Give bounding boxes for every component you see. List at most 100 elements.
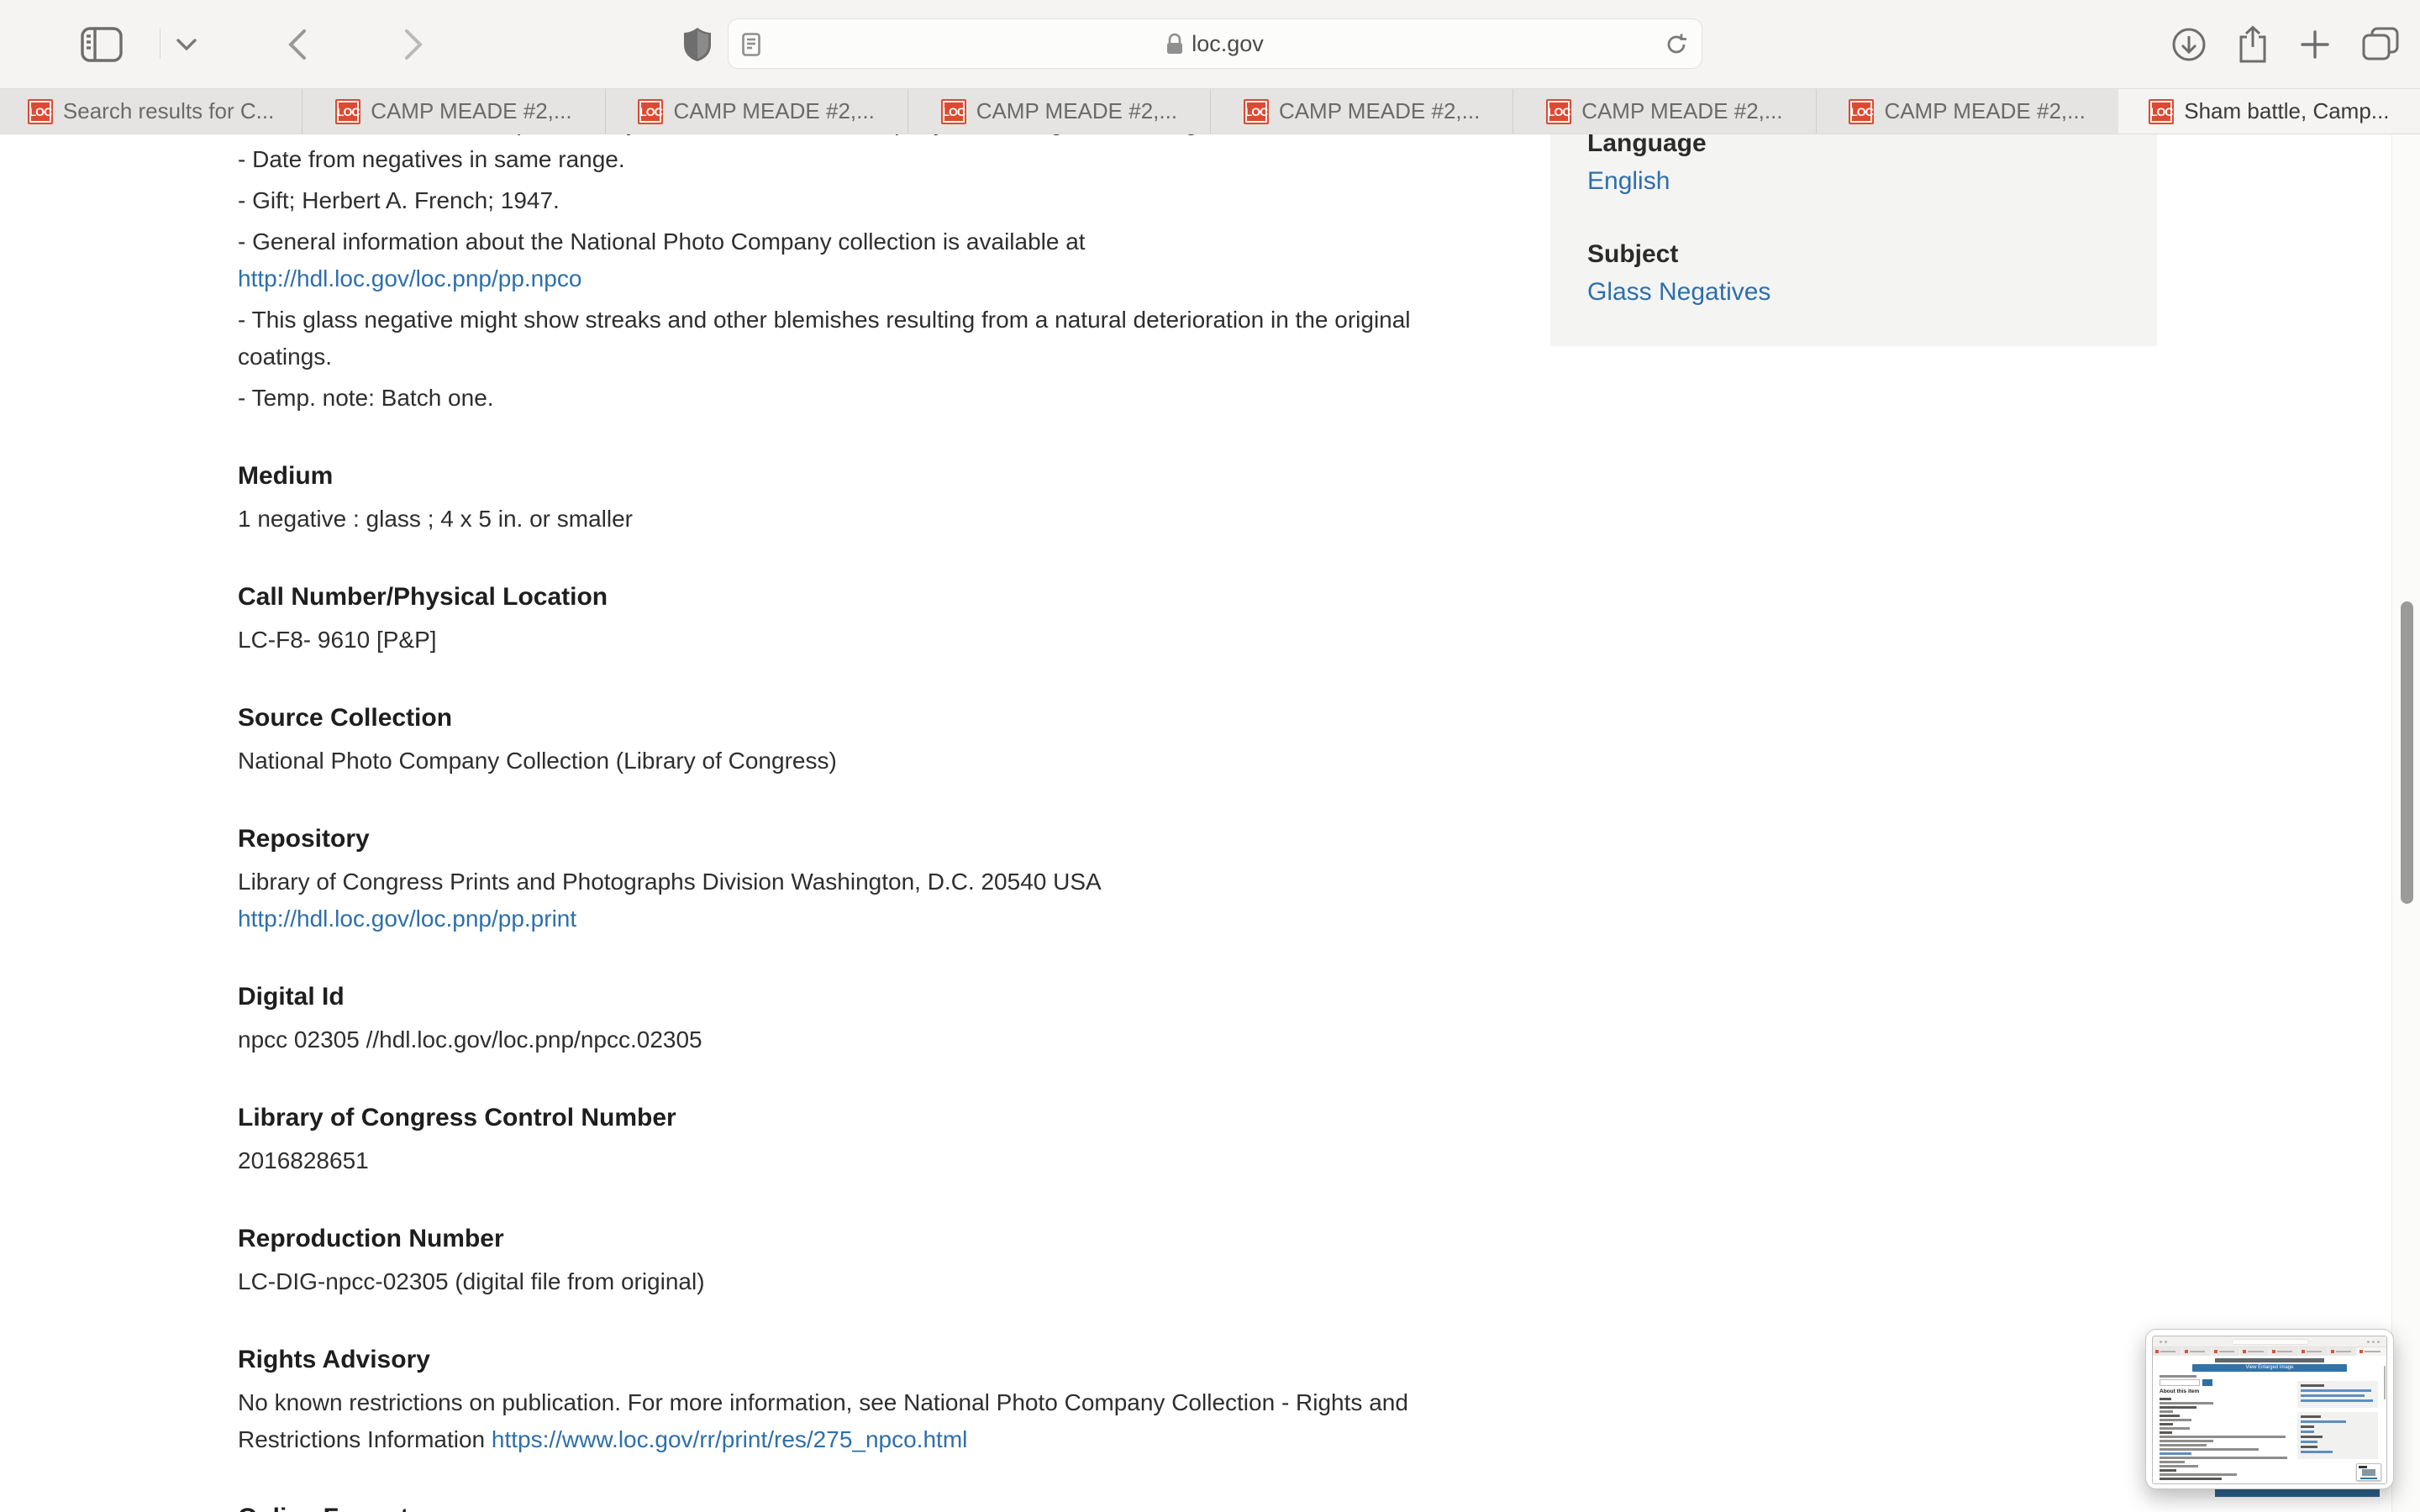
loc-favicon: LOC <box>28 99 53 124</box>
privacy-report-button[interactable] <box>677 24 718 66</box>
shield-icon <box>682 26 713 63</box>
loc-favicon: LOC <box>2149 99 2174 124</box>
tab-label: Sham battle, Camp... <box>2184 98 2389 124</box>
sidebar-toggle-button[interactable] <box>69 25 134 64</box>
preview-right-column <box>2297 1381 2378 1463</box>
address-text-group: loc.gov <box>1166 31 1264 57</box>
pp-print-link[interactable]: http://hdl.loc.gov/loc.pnp/pp.print <box>238 906 576 932</box>
section-call-number: Call Number/Physical Location LC-F8- 961… <box>238 578 1498 659</box>
reader-icon[interactable] <box>742 33 760 56</box>
preview-facets-box <box>2297 1412 2378 1459</box>
facet-link-english[interactable]: English <box>1587 163 2157 200</box>
section-value: 1 negative : glass ; 4 x 5 in. or smalle… <box>238 501 1498 538</box>
browser-chrome: loc.gov <box>0 0 2420 134</box>
tab-sham-battle-active[interactable]: LOC Sham battle, Camp... <box>2118 89 2420 134</box>
forward-chevron-icon <box>404 29 423 60</box>
share-icon <box>2237 25 2269 64</box>
sidebar-icon <box>81 27 123 62</box>
forward-button[interactable] <box>397 27 430 62</box>
preview-mini-toolbar <box>2153 1336 2386 1347</box>
preview-part-of-box <box>2297 1381 2378 1408</box>
section-lccn: Library of Congress Control Number 20168… <box>238 1099 1498 1179</box>
address-url: loc.gov <box>1192 31 1264 57</box>
note-item: - Temp. note: Batch one. <box>238 380 1498 417</box>
tab-label: CAMP MEADE #2,... <box>371 98 571 124</box>
section-value: 2016828651 <box>238 1142 1498 1179</box>
loc-favicon: LOC <box>638 99 663 124</box>
section-repository: Repository Library of Congress Prints an… <box>238 820 1498 937</box>
preview-mini-content: View Enlarged Image About this item <box>2153 1356 2386 1484</box>
new-tab-button[interactable] <box>2294 24 2336 66</box>
sidebar-menu-chevron[interactable] <box>171 34 202 55</box>
facet-panel: Language English Subject Glass Negatives <box>1550 126 2157 346</box>
section-source-collection: Source Collection National Photo Company… <box>238 699 1498 780</box>
note-item: - General information about the National… <box>238 223 1498 297</box>
preview-mini-window: View Enlarged Image About this item <box>2152 1336 2387 1484</box>
rights-info-link[interactable]: https://www.loc.gov/rr/print/res/275_npc… <box>492 1426 967 1452</box>
section-heading: Rights Advisory <box>238 1341 1498 1379</box>
item-metadata: - Title from unverified data provided by… <box>238 134 1498 1512</box>
section-heading: Online Format <box>238 1499 1498 1512</box>
section-reproduction-number: Reproduction Number LC-DIG-npcc-02305 (d… <box>238 1220 1498 1300</box>
loc-favicon: LOC <box>335 99 360 124</box>
preview-enlarge-button: View Enlarged Image <box>2192 1364 2347 1372</box>
section-value: LC-DIG-npcc-02305 (digital file from ori… <box>238 1263 1498 1300</box>
preview-mini-addressbar <box>2232 1339 2309 1345</box>
scrollbar-thumb[interactable] <box>2401 601 2413 904</box>
tab-label: Search results for C... <box>63 98 274 124</box>
section-heading: Repository <box>238 820 1498 858</box>
preview-mini-tabstrip <box>2153 1347 2386 1356</box>
share-button[interactable] <box>2232 24 2274 66</box>
tab-camp-meade-6[interactable]: LOC CAMP MEADE #2,... <box>1817 89 2118 134</box>
section-value: No known restrictions on publication. Fo… <box>238 1384 1498 1458</box>
tab-label: CAMP MEADE #2,... <box>1279 98 1480 124</box>
section-rights-advisory: Rights Advisory No known restrictions on… <box>238 1341 1498 1458</box>
preview-left-column: About this item <box>2160 1375 2294 1480</box>
note-text: - General information about the National… <box>238 228 1086 255</box>
section-heading: Reproduction Number <box>238 1220 1498 1258</box>
section-value: npcc 02305 //hdl.loc.gov/loc.pnp/npcc.02… <box>238 1021 1498 1058</box>
downloads-button[interactable] <box>2168 24 2210 66</box>
back-chevron-icon <box>288 29 307 60</box>
tab-label: CAMP MEADE #2,... <box>976 98 1177 124</box>
lock-icon <box>1166 33 1183 55</box>
section-heading: Library of Congress Control Number <box>238 1099 1498 1137</box>
tab-label: CAMP MEADE #2,... <box>673 98 874 124</box>
section-heading: Source Collection <box>238 699 1498 738</box>
chevron-down-icon <box>176 39 197 50</box>
section-value: Library of Congress Prints and Photograp… <box>238 864 1498 900</box>
loc-favicon: LOC <box>941 99 966 124</box>
preview-nested-thumbnail <box>2356 1463 2381 1481</box>
tab-camp-meade-4[interactable]: LOC CAMP MEADE #2,... <box>1211 89 1513 134</box>
section-heading: Call Number/Physical Location <box>238 578 1498 617</box>
facet-link-glass-negatives[interactable]: Glass Negatives <box>1587 274 2157 311</box>
tab-strip: LOC Search results for C... LOC CAMP MEA… <box>0 89 2420 134</box>
tabs-overview-icon <box>2362 27 2399 62</box>
loc-favicon: LOC <box>1244 99 1269 124</box>
note-item: - Date from negatives in same range. <box>238 141 1498 178</box>
plus-icon <box>2300 29 2330 60</box>
back-button[interactable] <box>281 27 314 62</box>
tab-camp-meade-5[interactable]: LOC CAMP MEADE #2,... <box>1513 89 1816 134</box>
tab-camp-meade-3[interactable]: LOC CAMP MEADE #2,... <box>908 89 1211 134</box>
section-heading: Digital Id <box>238 978 1498 1016</box>
screenshot-preview-card[interactable]: View Enlarged Image About this item <box>2145 1329 2394 1489</box>
preview-photo-fragment <box>2215 1358 2324 1362</box>
scrollbar-track[interactable] <box>2391 134 2420 1512</box>
facet-heading-subject: Subject <box>1587 237 2157 272</box>
section-value: LC-F8- 9610 [P&P] <box>238 622 1498 659</box>
tab-search-results[interactable]: LOC Search results for C... <box>0 89 302 134</box>
npco-collection-link[interactable]: http://hdl.loc.gov/loc.pnp/pp.npco <box>238 260 1498 297</box>
loc-favicon: LOC <box>1546 99 1571 124</box>
loc-favicon: LOC <box>1849 99 1874 124</box>
tab-camp-meade-2[interactable]: LOC CAMP MEADE #2,... <box>606 89 908 134</box>
section-online-format: Online Format <box>238 1499 1498 1512</box>
address-bar[interactable]: loc.gov <box>728 18 1702 69</box>
tab-camp-meade-1[interactable]: LOC CAMP MEADE #2,... <box>302 89 605 134</box>
safari-window: - Title from unverified data provided by… <box>0 0 2420 1512</box>
section-value: National Photo Company Collection (Libra… <box>238 743 1498 780</box>
preview-mini-scrollbar <box>2384 1366 2386 1399</box>
note-item: - Gift; Herbert A. French; 1947. <box>238 182 1498 219</box>
tab-overview-button[interactable] <box>2358 24 2403 66</box>
reload-icon[interactable] <box>1665 33 1688 56</box>
